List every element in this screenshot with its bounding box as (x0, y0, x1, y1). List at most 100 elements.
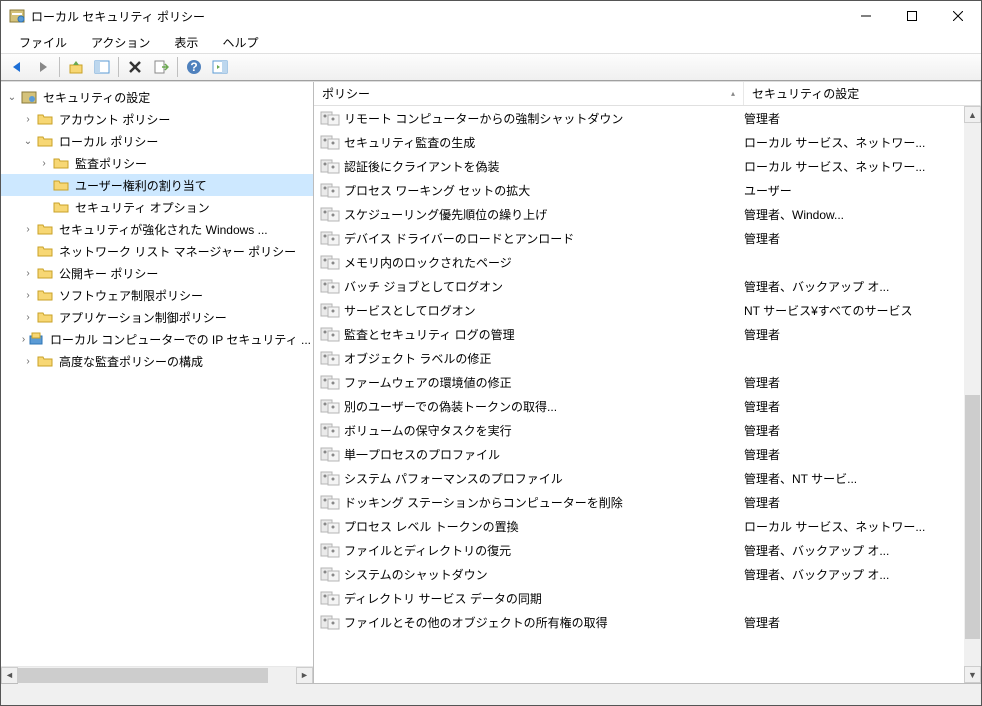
policy-setting: 管理者 (744, 374, 964, 391)
policy-row[interactable]: スケジューリング優先順位の繰り上げ管理者、Window... (314, 202, 964, 226)
tree-body[interactable]: ⌄ セキュリティの設定 › アカウント ポリシー ⌄ ローカル ポリシー › 監… (1, 82, 313, 666)
policy-name: 認証後にクライアントを偽装 (344, 158, 744, 175)
tree-user-rights[interactable]: ユーザー権利の割り当て (1, 174, 313, 196)
tree-root-security-settings[interactable]: ⌄ セキュリティの設定 (1, 86, 313, 108)
policy-row[interactable]: ファイルとその他のオブジェクトの所有権の取得管理者 (314, 610, 964, 634)
tree-advanced-audit[interactable]: › 高度な監査ポリシーの構成 (1, 350, 313, 372)
tree-local-policy[interactable]: ⌄ ローカル ポリシー (1, 130, 313, 152)
expand-icon[interactable]: › (37, 158, 51, 169)
tree-horizontal-scrollbar[interactable]: ◄ ► (1, 666, 313, 683)
policy-row[interactable]: ファームウェアの環境値の修正管理者 (314, 370, 964, 394)
window-title: ローカル セキュリティ ポリシー (31, 8, 843, 25)
maximize-icon (907, 11, 917, 21)
show-hide-tree-button[interactable] (90, 55, 114, 79)
maximize-button[interactable] (889, 1, 935, 31)
up-button[interactable] (64, 55, 88, 79)
folder-icon (53, 155, 69, 171)
delete-button[interactable] (123, 55, 147, 79)
list-body[interactable]: リモート コンピューターからの強制シャットダウン管理者セキュリティ監査の生成ロー… (314, 106, 981, 683)
tree-audit-policy[interactable]: › 監査ポリシー (1, 152, 313, 174)
tree-label: セキュリティ オプション (73, 198, 212, 217)
policy-item-icon (320, 446, 340, 462)
tree-security-options[interactable]: セキュリティ オプション (1, 196, 313, 218)
tree-network-list[interactable]: ネットワーク リスト マネージャー ポリシー (1, 240, 313, 262)
policy-row[interactable]: ディレクトリ サービス データの同期 (314, 586, 964, 610)
expand-icon[interactable]: › (21, 334, 26, 345)
policy-row[interactable]: バッチ ジョブとしてログオン管理者、バックアップ オ... (314, 274, 964, 298)
policy-row[interactable]: ドッキング ステーションからコンピューターを削除管理者 (314, 490, 964, 514)
tree-software-restriction[interactable]: › ソフトウェア制限ポリシー (1, 284, 313, 306)
back-button[interactable] (5, 55, 29, 79)
policy-setting: 管理者、バックアップ オ... (744, 278, 964, 295)
forward-button[interactable] (31, 55, 55, 79)
scroll-track[interactable] (964, 123, 981, 666)
policy-item-icon (320, 134, 340, 150)
help-button[interactable]: ? (182, 55, 206, 79)
policy-row[interactable]: 認証後にクライアントを偽装ローカル サービス、ネットワー... (314, 154, 964, 178)
menu-file[interactable]: ファイル (9, 32, 77, 53)
delete-x-icon (127, 59, 143, 75)
column-header-policy[interactable]: ポリシー ▴ (314, 82, 744, 105)
tree-public-key[interactable]: › 公開キー ポリシー (1, 262, 313, 284)
folder-icon (37, 265, 53, 281)
scroll-left-button[interactable]: ◄ (1, 667, 18, 684)
export-icon (153, 59, 169, 75)
policy-setting: ユーザー (744, 182, 964, 199)
policy-row[interactable]: 別のユーザーでの偽装トークンの取得...管理者 (314, 394, 964, 418)
scroll-up-button[interactable]: ▲ (964, 106, 981, 123)
scroll-down-button[interactable]: ▼ (964, 666, 981, 683)
tree-windows-firewall[interactable]: › セキュリティが強化された Windows ... (1, 218, 313, 240)
action-pane-button[interactable] (208, 55, 232, 79)
expand-icon[interactable]: › (21, 114, 35, 125)
tree-account-policy[interactable]: › アカウント ポリシー (1, 108, 313, 130)
folder-icon (37, 287, 53, 303)
policy-item-icon (320, 182, 340, 198)
expand-icon[interactable]: › (21, 224, 35, 235)
policy-item-icon (320, 566, 340, 582)
export-button[interactable] (149, 55, 173, 79)
policy-name: システムのシャットダウン (344, 566, 744, 583)
policy-row[interactable]: 監査とセキュリティ ログの管理管理者 (314, 322, 964, 346)
policy-row[interactable]: サービスとしてログオンNT サービス¥すべてのサービス (314, 298, 964, 322)
policy-row[interactable]: システム パフォーマンスのプロファイル管理者、NT サービ... (314, 466, 964, 490)
toolbar-separator (118, 57, 119, 77)
policy-row[interactable]: セキュリティ監査の生成ローカル サービス、ネットワー... (314, 130, 964, 154)
scroll-track[interactable] (18, 667, 296, 684)
sort-indicator-icon: ▴ (731, 89, 735, 98)
tree-app-control[interactable]: › アプリケーション制御ポリシー (1, 306, 313, 328)
policy-name: ボリュームの保守タスクを実行 (344, 422, 744, 439)
policy-row[interactable]: デバイス ドライバーのロードとアンロード管理者 (314, 226, 964, 250)
policy-row[interactable]: プロセス レベル トークンの置換ローカル サービス、ネットワー... (314, 514, 964, 538)
policy-name: システム パフォーマンスのプロファイル (344, 470, 744, 487)
scroll-thumb[interactable] (965, 395, 980, 639)
tree-ip-security[interactable]: › ローカル コンピューターでの IP セキュリティ ... (1, 328, 313, 350)
close-button[interactable] (935, 1, 981, 31)
menu-action[interactable]: アクション (81, 32, 160, 53)
menu-help[interactable]: ヘルプ (212, 32, 268, 53)
policy-row[interactable]: ボリュームの保守タスクを実行管理者 (314, 418, 964, 442)
scroll-right-button[interactable]: ► (296, 667, 313, 684)
collapse-icon[interactable]: ⌄ (5, 92, 19, 103)
policy-item-icon (320, 398, 340, 414)
scroll-thumb[interactable] (18, 668, 268, 683)
tree-label: ローカル ポリシー (57, 132, 160, 151)
policy-row[interactable]: プロセス ワーキング セットの拡大ユーザー (314, 178, 964, 202)
policy-row[interactable]: メモリ内のロックされたページ (314, 250, 964, 274)
policy-row[interactable]: 単一プロセスのプロファイル管理者 (314, 442, 964, 466)
folder-icon (53, 177, 69, 193)
policy-setting: 管理者、バックアップ オ... (744, 542, 964, 559)
list-vertical-scrollbar[interactable]: ▲ ▼ (964, 106, 981, 683)
policy-row[interactable]: システムのシャットダウン管理者、バックアップ オ... (314, 562, 964, 586)
policy-row[interactable]: オブジェクト ラベルの修正 (314, 346, 964, 370)
policy-row[interactable]: リモート コンピューターからの強制シャットダウン管理者 (314, 106, 964, 130)
expand-icon[interactable]: › (21, 356, 35, 367)
collapse-icon[interactable]: ⌄ (21, 136, 35, 147)
column-header-setting[interactable]: セキュリティの設定 (744, 82, 981, 105)
expand-icon[interactable]: › (21, 290, 35, 301)
policy-item-icon (320, 302, 340, 318)
menu-view[interactable]: 表示 (164, 32, 208, 53)
expand-icon[interactable]: › (21, 312, 35, 323)
minimize-button[interactable] (843, 1, 889, 31)
policy-row[interactable]: ファイルとディレクトリの復元管理者、バックアップ オ... (314, 538, 964, 562)
expand-icon[interactable]: › (21, 268, 35, 279)
